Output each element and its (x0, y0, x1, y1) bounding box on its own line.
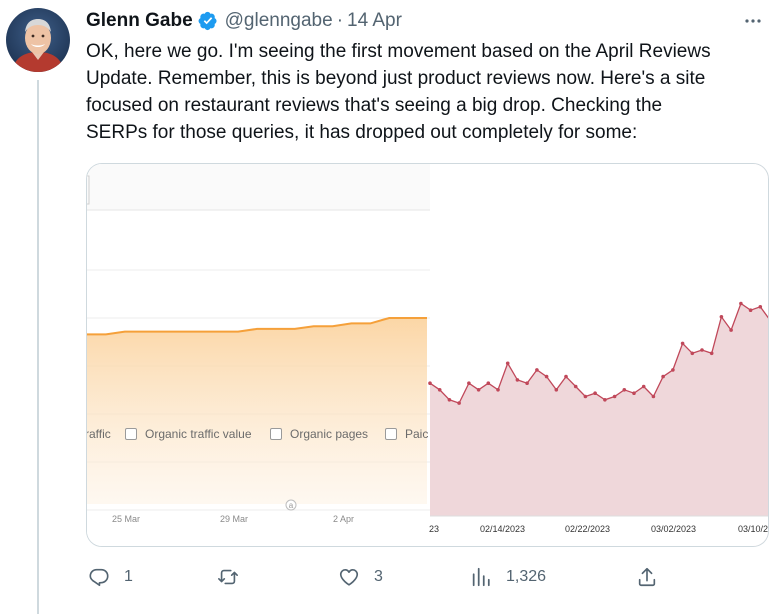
retweet-button[interactable] (217, 562, 253, 592)
area-fill (87, 318, 427, 504)
avatar-icon (6, 8, 70, 72)
data-point (496, 388, 500, 392)
data-point (661, 374, 665, 379)
annotation-marker-label: a (289, 501, 294, 510)
like-button[interactable]: 3 (338, 562, 383, 592)
right-x-tick: 02/14/2023 (480, 524, 526, 534)
verified-badge-icon (198, 11, 218, 31)
data-point (437, 388, 442, 392)
checkbox-icon[interactable] (125, 428, 137, 440)
legend-item-organic-pages[interactable]: Organic pages (270, 427, 368, 441)
left-x-tick: 29 Mar (220, 514, 249, 524)
tweet-date[interactable]: 14 Apr (347, 10, 402, 32)
share-button[interactable] (636, 562, 658, 592)
retweet-icon (218, 569, 238, 585)
data-point (622, 388, 627, 392)
data-point (719, 315, 724, 319)
data-point (535, 368, 539, 372)
share-icon (638, 567, 656, 587)
data-point (457, 401, 461, 405)
legend-label: Paic (405, 427, 429, 441)
right-x-tick: 23 (429, 524, 440, 534)
data-point (632, 391, 636, 395)
legend-label: raffic (86, 427, 111, 441)
author-handle[interactable]: @glenngabe (225, 10, 333, 32)
data-point (564, 374, 568, 379)
data-point (486, 381, 491, 385)
data-point (690, 351, 695, 356)
like-count: 3 (374, 568, 383, 585)
data-point (768, 318, 769, 322)
data-point (505, 361, 510, 366)
data-point (612, 394, 617, 399)
data-point (428, 381, 432, 385)
tweet-text: OK, here we go. I'm seeing the first mov… (86, 41, 711, 143)
legend-item-paid[interactable]: Paic (385, 427, 429, 441)
checkbox-icon[interactable] (385, 428, 397, 440)
left-x-tick: 2 Apr (333, 514, 355, 524)
data-point (748, 308, 753, 312)
tweet-header: Glenn Gabe @glenngabe · 14 Apr (86, 9, 402, 33)
views-count: 1,326 (506, 568, 547, 585)
media-charts: a (87, 164, 769, 546)
data-point (700, 348, 704, 352)
right-x-tick: 03/02/2023 (651, 524, 697, 534)
right-x-tick: 03/10/2 (738, 524, 769, 534)
author-name[interactable]: Glenn Gabe (86, 10, 193, 32)
data-point (554, 388, 559, 392)
data-point (544, 374, 549, 379)
data-point (525, 381, 529, 385)
reply-count: 1 (124, 568, 133, 585)
tweet-actions: 1 3 1,326 (86, 562, 662, 592)
data-point (593, 391, 597, 395)
thread-line (37, 80, 39, 614)
checkbox-icon[interactable] (270, 428, 282, 440)
reply-button[interactable]: 1 (88, 562, 133, 592)
data-point (515, 378, 520, 382)
legend-item-organic-traffic-value[interactable]: Organic traffic value (125, 427, 252, 441)
views-button[interactable]: 1,326 (470, 562, 546, 592)
data-point (709, 351, 714, 356)
data-point (671, 368, 675, 372)
left-chart-series (87, 317, 427, 504)
legend-label: Organic traffic value (145, 427, 252, 441)
separator-dot: · (336, 10, 344, 31)
heart-icon (339, 569, 359, 586)
data-point (758, 305, 763, 309)
data-point (476, 388, 481, 392)
data-point (651, 394, 656, 399)
author-avatar[interactable] (6, 8, 70, 72)
data-point (680, 341, 685, 346)
views-chart-icon (472, 567, 490, 587)
left-x-tick: 25 Mar (112, 514, 141, 524)
more-options-button[interactable] (742, 10, 764, 32)
data-point (583, 394, 588, 399)
right-x-tick: 02/22/2023 (565, 524, 611, 534)
more-horizontal-icon (745, 19, 761, 23)
reply-icon (89, 568, 109, 587)
data-point (467, 381, 471, 385)
data-point (573, 384, 578, 389)
tweet-media-image[interactable]: a raffic Organic traffic value Organic p… (86, 163, 769, 547)
data-point (739, 301, 743, 306)
data-point (603, 398, 607, 402)
data-point (447, 398, 452, 402)
data-point (641, 384, 646, 389)
legend-item-traffic[interactable]: raffic (86, 427, 111, 441)
legend-label: Organic pages (290, 427, 369, 441)
right-chart-series (428, 164, 769, 516)
data-point (729, 328, 733, 332)
